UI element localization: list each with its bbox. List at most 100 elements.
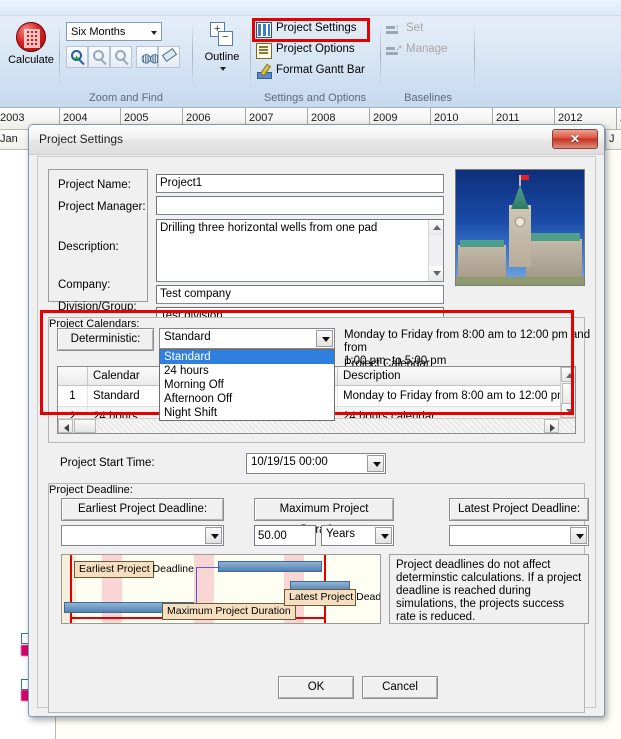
earliest-project-deadline-button[interactable]: Earliest Project Deadline:: [61, 498, 224, 521]
division-label: Division/Group:: [58, 301, 137, 313]
arrow-down-icon: [433, 271, 441, 276]
timeline-year-tick: 2003: [0, 108, 24, 130]
manage-baseline-icon: ↗: [386, 44, 403, 57]
ribbon-separator: [380, 22, 381, 88]
format-gantt-bar-label: Format Gantt Bar: [276, 64, 365, 76]
ok-button[interactable]: OK: [278, 676, 354, 699]
company-input[interactable]: Test company: [156, 285, 444, 304]
deterministic-calendar-value: Standard: [164, 331, 211, 343]
scroll-left-button[interactable]: [58, 419, 73, 433]
ribbon-separator: [474, 22, 475, 88]
dropdown-option-night-shift[interactable]: Night Shift: [160, 406, 334, 420]
photo-roof-right: [528, 233, 580, 241]
deadline-info-text: Project deadlines do not affect determin…: [389, 554, 589, 624]
maximum-project-duration-input[interactable]: 50.00: [254, 525, 316, 546]
arrow-down-icon: [566, 409, 574, 414]
column-header-description[interactable]: Description: [338, 367, 575, 386]
photo-flag: [519, 175, 529, 186]
photo-ground: [456, 277, 584, 285]
parliament-hill-photo: [455, 169, 585, 286]
calculate-button-label[interactable]: Calculate: [4, 54, 58, 66]
table-vertical-scrollbar[interactable]: [560, 367, 575, 418]
column-header-index[interactable]: [58, 367, 88, 386]
ribbon-group-label-settings: Settings and Options: [263, 92, 367, 104]
ribbon-separator: [192, 22, 193, 88]
zoom-in-button[interactable]: +: [66, 46, 88, 68]
ribbon-separator: [59, 22, 60, 88]
eraser-icon: [161, 47, 178, 63]
zoom-reset-button[interactable]: [110, 46, 132, 68]
earliest-deadline-marker: [70, 555, 72, 623]
description-label: Description:: [58, 241, 119, 253]
photo-clock-face: [515, 217, 525, 227]
scroll-down-button[interactable]: [429, 266, 443, 281]
timeline-month-tick: J: [605, 130, 615, 150]
scroll-right-button[interactable]: [544, 419, 559, 433]
minus-glyph: −: [222, 31, 229, 43]
maximum-project-duration-button[interactable]: Maximum Project Duration:: [254, 498, 394, 536]
calendar-description-line1: Monday to Friday from 8:00 am to 12:00 p…: [344, 329, 591, 354]
chevron-down-icon[interactable]: [205, 527, 222, 544]
description-scrollbar[interactable]: [428, 220, 443, 281]
dropdown-option-morning-off[interactable]: Morning Off: [160, 378, 334, 392]
scroll-down-button[interactable]: [561, 403, 575, 418]
scroll-up-button[interactable]: [429, 220, 443, 235]
latest-project-deadline-select[interactable]: [449, 525, 589, 546]
project-manager-label: Project Manager:: [58, 201, 146, 213]
dialog-title: Project Settings: [39, 132, 124, 146]
project-start-time-label: Project Start Time:: [60, 457, 155, 469]
earliest-deadline-callout: Earliest Project Deadline: [74, 561, 194, 578]
ribbon-separator: [250, 22, 251, 88]
project-manager-input[interactable]: [156, 196, 444, 215]
arrow-left-icon: [64, 424, 69, 432]
deterministic-calendar-select[interactable]: Standard: [159, 328, 335, 349]
chevron-down-icon[interactable]: [375, 527, 392, 544]
calculator-icon[interactable]: [16, 22, 46, 52]
maximum-project-duration-unit-select[interactable]: Years: [321, 525, 394, 546]
description-textarea[interactable]: Drilling three horizontal wells from one…: [156, 219, 444, 282]
earliest-project-deadline-select[interactable]: [61, 525, 224, 546]
illustration-task-bar: [218, 561, 322, 572]
plus-glyph: +: [74, 53, 80, 63]
period-select[interactable]: Six Months: [66, 22, 162, 41]
project-calendars-group: Project Calendars: Deterministic: Standa…: [48, 317, 590, 443]
scrollbar-thumb[interactable]: [74, 419, 96, 433]
dialog-titlebar[interactable]: Project Settings ✕: [29, 125, 604, 155]
dropdown-option-standard[interactable]: Standard: [160, 350, 334, 364]
project-deadline-title: Project Deadline:: [49, 484, 133, 496]
zoom-out-button[interactable]: [88, 46, 110, 68]
maximum-duration-callout: Maximum Project Duration: [162, 603, 296, 620]
clear-find-button[interactable]: [158, 46, 180, 68]
project-options-label: Project Options: [276, 43, 355, 55]
outline-button-label[interactable]: Outline: [196, 51, 248, 63]
illustration-link: [196, 567, 220, 605]
close-icon[interactable]: ✕: [552, 129, 598, 149]
project-name-input[interactable]: Project1: [156, 174, 444, 193]
outline-icon[interactable]: + −: [208, 22, 236, 48]
arrow-right-icon: [550, 424, 555, 432]
maximum-project-duration-unit-value: Years: [326, 528, 355, 540]
deterministic-calendar-dropdown[interactable]: Standard 24 hours Morning Off Afternoon …: [159, 349, 335, 421]
scroll-up-button[interactable]: [561, 367, 575, 382]
photo-building-right: [526, 239, 582, 279]
period-select-value: Six Months: [71, 26, 126, 38]
chevron-down-icon[interactable]: [316, 330, 333, 347]
binoculars-icon: ◍◍: [141, 51, 160, 65]
project-start-time-select[interactable]: 10/19/15 00:00: [246, 453, 386, 474]
deterministic-button[interactable]: Deterministic:: [57, 328, 154, 351]
ribbon-group-calculate: Calculate: [4, 18, 58, 106]
latest-project-deadline-button[interactable]: Latest Project Deadline:: [449, 498, 589, 521]
plus-glyph: +: [214, 23, 221, 35]
find-button[interactable]: ◍◍: [136, 46, 160, 68]
chevron-down-icon: [151, 31, 157, 35]
chevron-down-icon[interactable]: [220, 67, 226, 71]
project-start-time-value: 10/19/15 00:00: [251, 456, 328, 468]
cell-description: Monday to Friday from 8:00 am to 12:00 p…: [338, 386, 575, 407]
chevron-down-icon[interactable]: [367, 455, 384, 472]
chevron-down-icon[interactable]: [570, 527, 587, 544]
project-options-icon: [256, 43, 272, 59]
dropdown-option-24-hours[interactable]: 24 hours: [160, 364, 334, 378]
dropdown-option-afternoon-off[interactable]: Afternoon Off: [160, 392, 334, 406]
ribbon-group-label-zoom: Zoom and Find: [89, 92, 163, 104]
cancel-button[interactable]: Cancel: [362, 676, 438, 699]
